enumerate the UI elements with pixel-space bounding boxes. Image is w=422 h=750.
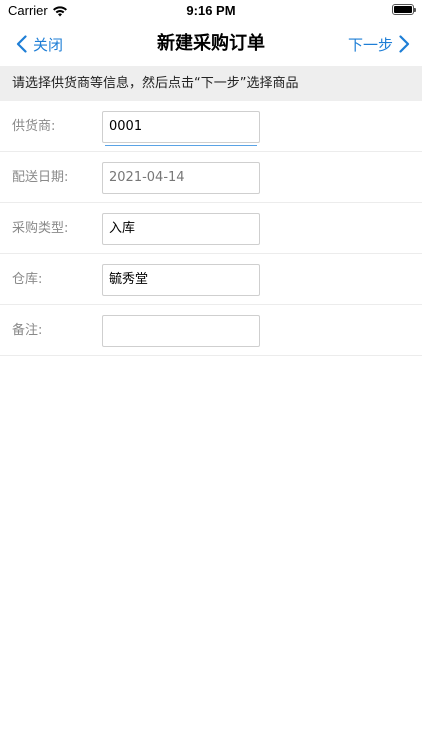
warehouse-field[interactable]: 毓秀堂 <box>102 264 260 296</box>
chevron-right-icon <box>399 35 410 53</box>
battery-fill <box>394 6 412 13</box>
supplier-field[interactable]: 0001 <box>102 111 260 146</box>
chevron-left-icon <box>16 35 27 53</box>
next-step-button[interactable]: 下一步 <box>348 22 410 66</box>
delivery-date-label: 配送日期: <box>12 170 69 185</box>
remark-row: 备注: <box>0 305 422 356</box>
navigation-bar: 关闭 新建采购订单 下一步 <box>0 22 422 66</box>
warehouse-row: 仓库: 毓秀堂 <box>0 254 422 305</box>
purchase-order-form: 供货商: 0001 配送日期: 2021-04-14 采购类型: 入库 仓库: … <box>0 101 422 356</box>
purchase-type-field[interactable]: 入库 <box>102 213 260 245</box>
warehouse-label: 仓库: <box>12 272 43 287</box>
supplier-label: 供货商: <box>12 119 56 134</box>
battery-tip <box>414 8 416 12</box>
supplier-row: 供货商: 0001 <box>0 101 422 152</box>
delivery-date-field[interactable]: 2021-04-14 <box>102 162 260 194</box>
hint-banner: 请选择供货商等信息，然后点击“下一步”选择商品 <box>0 66 422 101</box>
status-bar: Carrier 9:16 PM <box>0 0 422 22</box>
close-button-label: 关闭 <box>33 35 64 54</box>
purchase-type-label: 采购类型: <box>12 221 69 236</box>
remark-label: 备注: <box>12 323 43 338</box>
purchase-type-row: 采购类型: 入库 <box>0 203 422 254</box>
delivery-date-row: 配送日期: 2021-04-14 <box>0 152 422 203</box>
battery-icon <box>392 4 416 15</box>
remark-field[interactable] <box>102 315 260 347</box>
close-button[interactable]: 关闭 <box>16 22 63 66</box>
status-time: 9:16 PM <box>186 3 236 18</box>
next-step-label: 下一步 <box>347 35 393 54</box>
